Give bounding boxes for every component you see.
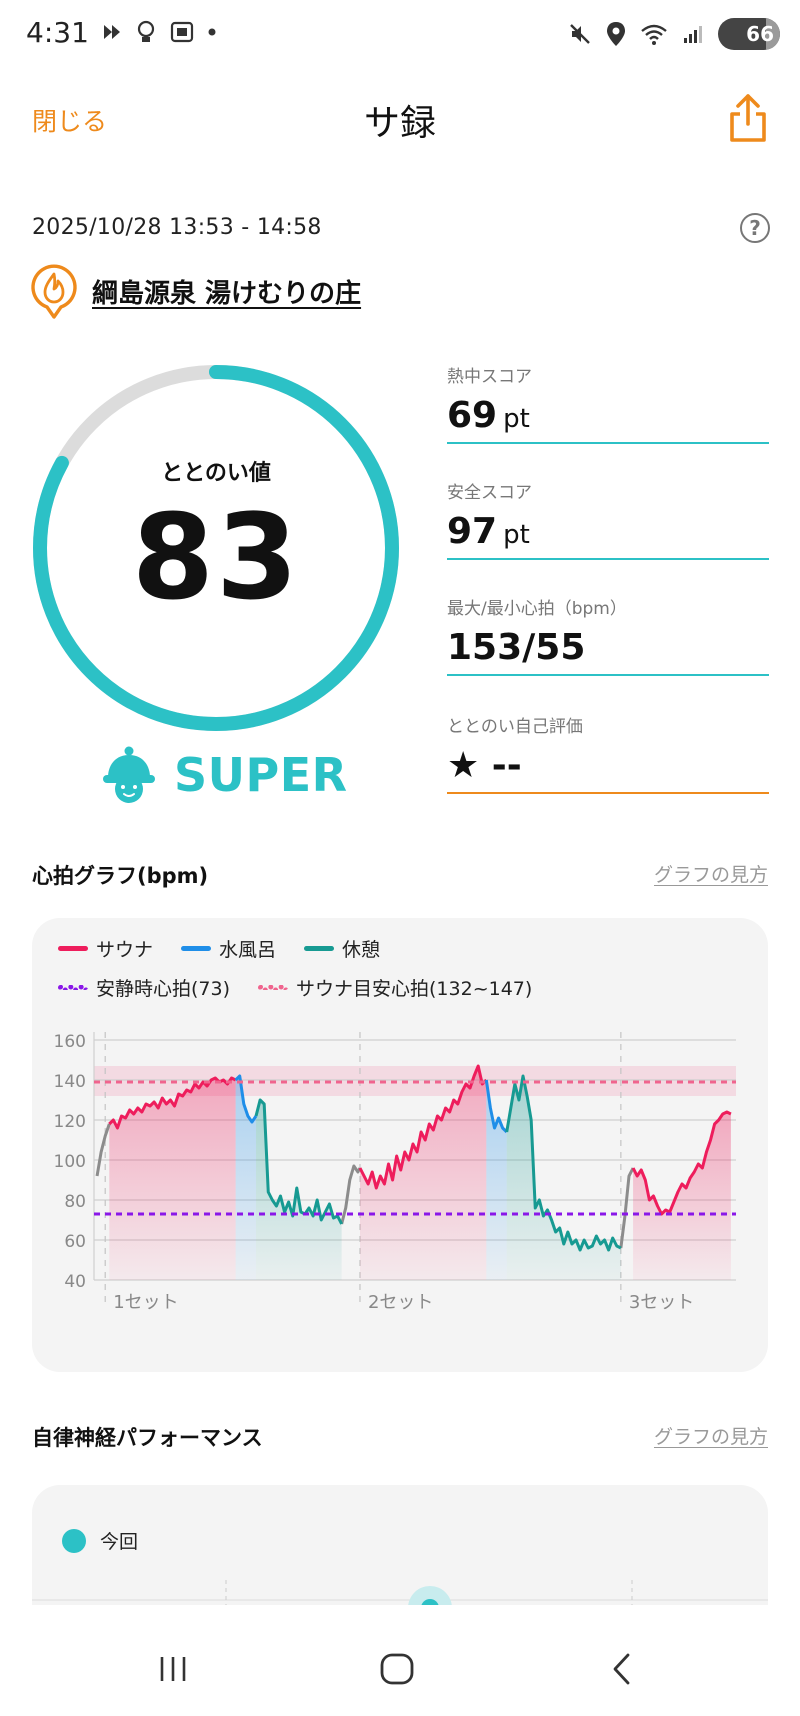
lightbulb-icon [137, 20, 155, 42]
self-rating-value[interactable]: ★ -- [447, 745, 769, 786]
status-notification-icons [100, 20, 216, 44]
legend-water: 水風呂 [181, 935, 276, 962]
legend-label: サウナ [96, 939, 154, 961]
legend-swatch [58, 985, 88, 990]
legend-swatch [304, 946, 335, 951]
set-label: 2セット [368, 1292, 433, 1313]
metric-unit: pt [503, 520, 530, 550]
score-label: ととのい値 [161, 461, 271, 486]
recent-apps-icon [160, 1657, 186, 1681]
transition-line [619, 1167, 635, 1249]
media-icon [104, 25, 120, 39]
metric-number: 153/55 [447, 627, 586, 668]
y-tick-label: 100 [54, 1152, 86, 1172]
metric-unit: pt [503, 404, 530, 434]
ans-legend: 今回 [62, 1527, 138, 1554]
metric-underline [447, 558, 769, 560]
home-button[interactable] [367, 1644, 427, 1694]
legend-rest: 休憩 [304, 935, 380, 962]
metric-label: 安全スコア [447, 483, 532, 503]
signal-icon [684, 26, 702, 43]
metric-underline [447, 674, 769, 676]
ans-chart-preview [32, 1580, 768, 1605]
y-tick-label: 80 [64, 1192, 86, 1212]
metric-number: 97 [447, 511, 498, 552]
y-tick-label: 160 [54, 1032, 86, 1052]
y-tick-label: 120 [54, 1112, 86, 1132]
heart-rate-chart: 160 140 120 100 80 60 40 1セット 2セット 3セット [54, 1032, 736, 1313]
legend-sauna-target: サウナ目安心拍(132~147) [258, 974, 532, 1001]
battery-level: 66 [746, 22, 774, 46]
metric-value: 153/55 [447, 627, 769, 668]
facility-name[interactable]: 綱島源泉 湯けむりの庄 [92, 273, 361, 310]
help-icon[interactable]: ? [740, 213, 770, 243]
session-datetime: 2025/10/28 13:53 - 14:58 [32, 215, 322, 240]
metric-label: 最大/最小心拍（bpm） [447, 599, 627, 619]
metric-label: 熱中スコア [447, 367, 532, 387]
legend-resting-hr: 安静時心拍(73) [58, 974, 230, 1001]
rest-area [506, 1076, 621, 1280]
home-icon [380, 1653, 414, 1685]
mute-icon [570, 24, 590, 44]
ans-legend-dot [62, 1528, 86, 1553]
legend-label: 休憩 [342, 939, 381, 961]
metric-value: 97 pt [447, 511, 769, 552]
rank-text: SUPER [174, 748, 348, 802]
screenshot-icon [170, 21, 194, 43]
system-nav-bar [0, 1620, 800, 1716]
battery-indicator: 66 [718, 18, 780, 50]
status-time: 4:31 [26, 16, 89, 49]
legend-label: 安静時心拍(73) [96, 978, 231, 1000]
status-system-icons: 66 [568, 18, 780, 50]
ans-chart-card: 今回 [32, 1485, 768, 1605]
metric-number: 69 [447, 395, 498, 436]
metric-underline [447, 442, 769, 444]
y-tick-label: 40 [64, 1272, 86, 1292]
legend-swatch [58, 946, 88, 951]
legend-sauna: サウナ [58, 935, 153, 962]
dot-icon [208, 28, 216, 36]
heart-rate-section-title: 心拍グラフ(bpm) [32, 864, 209, 888]
chart-legend-references: 安静時心拍(73) サウナ目安心拍(132~147) [58, 974, 532, 1001]
y-tick-label: 140 [54, 1072, 86, 1092]
facility-link[interactable]: 綱島源泉 湯けむりの庄 [30, 262, 361, 320]
wifi-icon [641, 24, 667, 45]
app-header: 閉じる サ録 [0, 80, 800, 160]
y-tick-label: 60 [64, 1232, 86, 1252]
metric-heat-score: 熱中スコア 69 pt [447, 362, 769, 444]
score-value: 83 [131, 488, 301, 626]
page-title: サ録 [363, 103, 436, 144]
rank-badge: SUPER [100, 745, 348, 805]
heart-rate-guide-link[interactable]: グラフの見方 [654, 860, 768, 887]
metric-underline [447, 792, 769, 794]
sauna-area [359, 1066, 487, 1280]
ans-legend-label: 今回 [100, 1531, 139, 1553]
chart-legend-phases: サウナ 水風呂 休憩 [58, 935, 380, 962]
set-label: 3セット [629, 1292, 694, 1313]
metric-label: ととのい自己評価 [447, 717, 583, 737]
legend-label: 水風呂 [219, 939, 277, 961]
sauna-area [109, 1078, 236, 1280]
sauna-hat-mascot-icon [103, 746, 155, 803]
legend-swatch [258, 985, 289, 990]
recent-apps-button[interactable] [143, 1644, 203, 1694]
location-icon [607, 22, 625, 46]
back-icon [613, 1653, 630, 1685]
legend-swatch [181, 946, 212, 951]
metric-self-rating[interactable]: ととのい自己評価 ★ -- [447, 712, 769, 794]
sauna-pin-icon [31, 264, 77, 319]
share-icon[interactable] [726, 92, 770, 144]
legend-label: サウナ目安心拍(132~147) [296, 978, 533, 1000]
ans-guide-link[interactable]: グラフの見方 [654, 1422, 768, 1449]
ans-section-title: 自律神経パフォーマンス [32, 1426, 263, 1450]
metric-safety-score: 安全スコア 97 pt [447, 478, 769, 560]
metric-value: 69 pt [447, 395, 769, 436]
metric-heart-rate-range: 最大/最小心拍（bpm） 153/55 [447, 594, 769, 676]
transition-line [95, 1123, 111, 1177]
set-label: 1セット [113, 1292, 178, 1313]
status-bar: 4:31 66 [0, 0, 800, 72]
back-button[interactable] [592, 1644, 652, 1694]
